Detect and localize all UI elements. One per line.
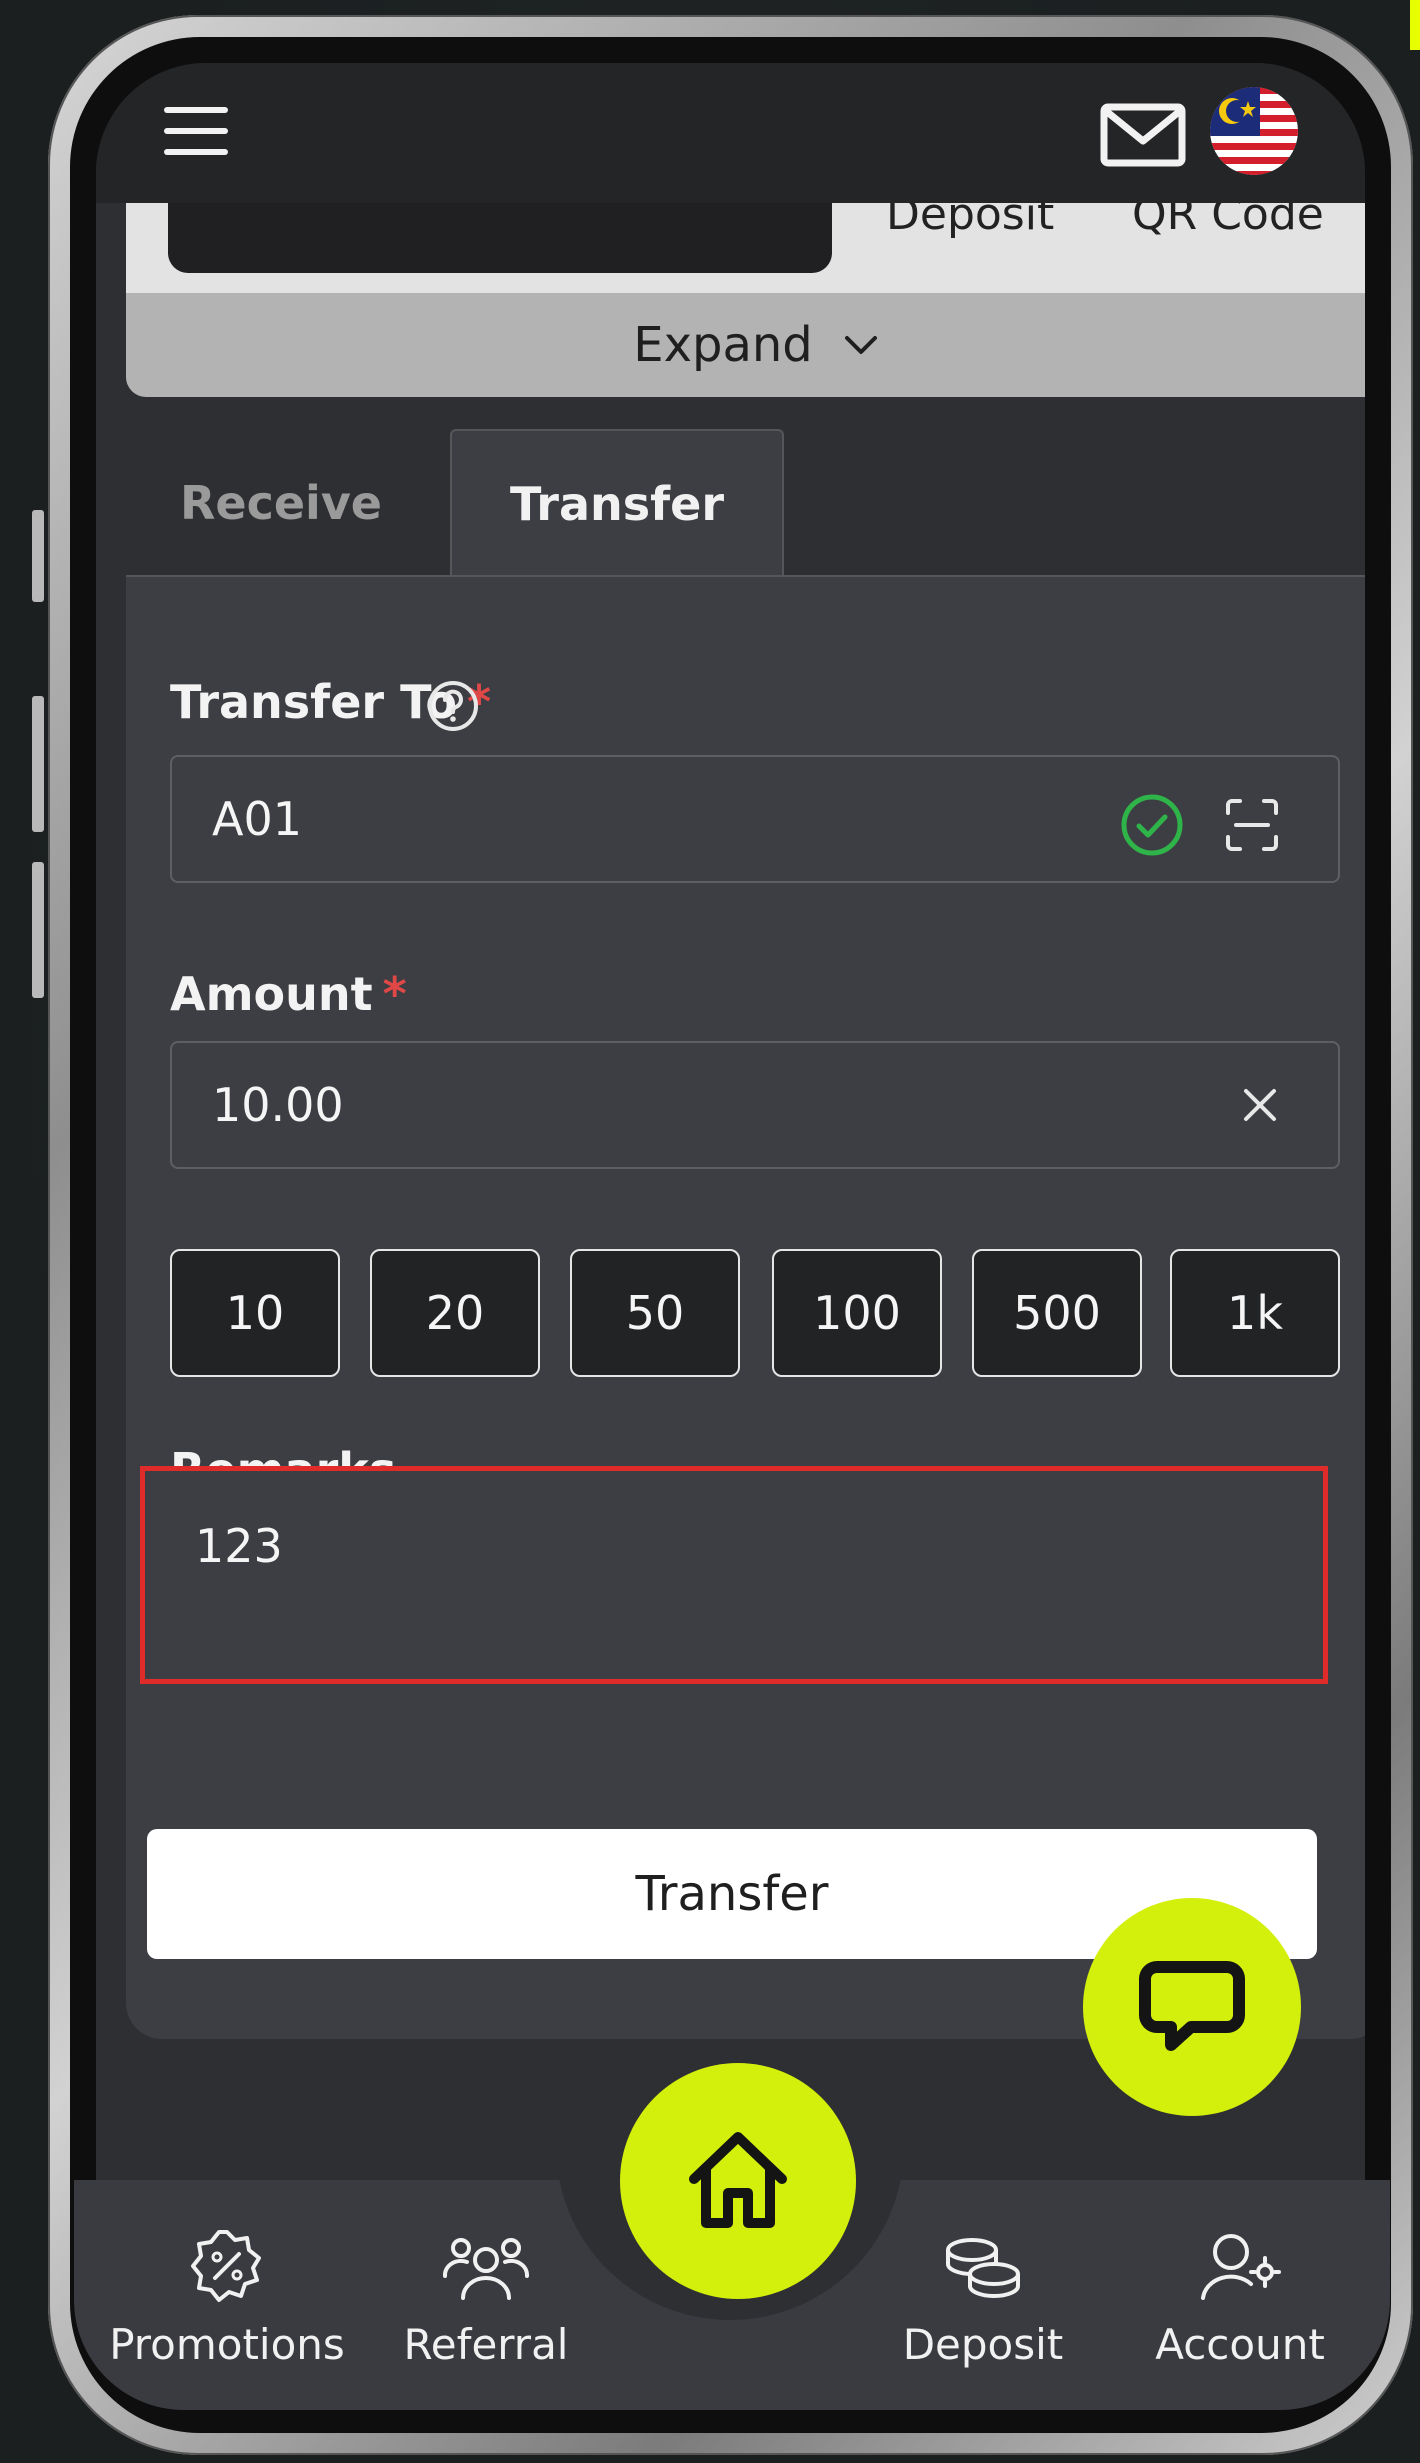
home-icon [689, 2132, 787, 2228]
live-chat-button[interactable] [1083, 1898, 1301, 2116]
expand-button[interactable]: Expand [126, 293, 1365, 397]
required-mark: * [382, 967, 407, 1021]
quick-amount-100-button[interactable]: 100 [772, 1249, 942, 1377]
scan-qr-icon[interactable] [1224, 797, 1280, 853]
nav-deposit-label: Deposit [902, 2320, 1064, 2369]
chat-bubble-icon [1139, 1961, 1245, 2051]
corner-accent [1410, 0, 1420, 50]
clear-icon[interactable] [1240, 1085, 1280, 1125]
stage: Deposit QR Code Expand Receive Transfer … [0, 0, 1420, 2463]
amount-value: 10.00 [212, 1078, 344, 1132]
envelope-icon[interactable] [1100, 103, 1186, 167]
tab-receive[interactable]: Receive [126, 429, 436, 577]
remarks-input[interactable]: 123 [140, 1466, 1328, 1684]
tab-transfer[interactable]: Transfer [450, 429, 784, 577]
coins-stack-icon [946, 2238, 1020, 2298]
discount-badge-icon [191, 2230, 261, 2302]
remarks-value: 123 [195, 1519, 283, 1573]
user-settings-icon [1201, 2234, 1281, 2300]
nav-deposit[interactable]: Deposit [853, 2226, 1113, 2369]
expand-label: Expand [633, 317, 813, 373]
chevron-down-icon [844, 336, 877, 354]
phone-side-button [32, 696, 44, 832]
quick-amount-500-button[interactable]: 500 [972, 1249, 1142, 1377]
nav-referral-label: Referral [403, 2320, 569, 2369]
help-icon[interactable] [426, 679, 480, 733]
nav-account[interactable]: Account [1110, 2226, 1370, 2369]
check-circle-icon [1121, 794, 1183, 856]
hamburger-menu-icon[interactable] [164, 107, 228, 155]
app-header [96, 63, 1365, 203]
users-group-icon [442, 2238, 530, 2300]
amount-input[interactable]: 10.00 [170, 1041, 1340, 1169]
amount-label: Amount * [170, 967, 407, 1021]
home-button[interactable] [620, 2063, 856, 2299]
quick-amount-20-button[interactable]: 20 [370, 1249, 540, 1377]
malaysia-flag-icon[interactable] [1210, 87, 1298, 175]
nav-referral[interactable]: Referral [356, 2226, 616, 2369]
quick-amount-10-button[interactable]: 10 [170, 1249, 340, 1377]
nav-account-label: Account [1155, 2320, 1325, 2369]
nav-promotions-label: Promotions [109, 2320, 345, 2369]
quick-amount-1k-button[interactable]: 1k [1170, 1249, 1340, 1377]
quick-amount-50-button[interactable]: 50 [570, 1249, 740, 1377]
phone-side-button [32, 510, 44, 602]
phone-side-button [32, 862, 44, 998]
nav-promotions[interactable]: Promotions [97, 2226, 357, 2369]
transfer-to-value: A01 [212, 792, 303, 846]
